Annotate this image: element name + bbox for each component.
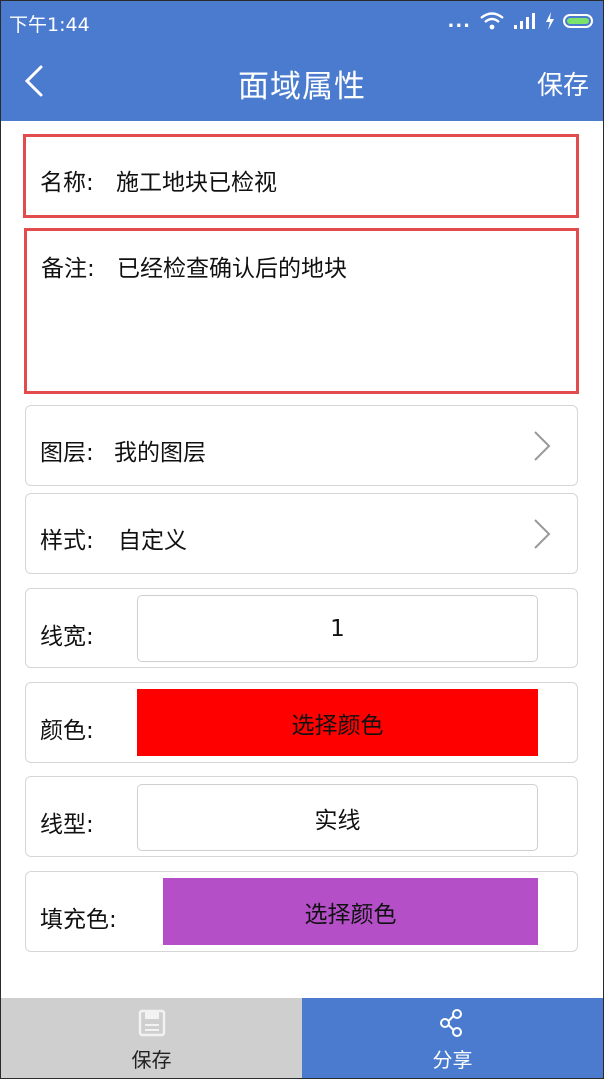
status-icons: ... — [447, 9, 593, 33]
layer-row[interactable]: 图层: 我的图层 — [25, 405, 578, 486]
charging-bolt-icon — [546, 12, 554, 30]
app-frame: 下午1:44 ... 面域属性 保存 名称: 施工地块已检视 备注: 已经检查确… — [0, 0, 604, 1079]
fill-color-row: 填充色: 选择颜色 — [25, 871, 578, 952]
line-width-row: 线宽: 1 — [25, 588, 578, 668]
select-color-button[interactable]: 选择颜色 — [137, 689, 538, 756]
style-value: 自定义 — [118, 528, 187, 554]
line-width-input[interactable]: 1 — [137, 595, 538, 662]
bottom-toolbar: 保存 分享 — [1, 998, 603, 1078]
page-title: 面域属性 — [238, 69, 366, 105]
style-row[interactable]: 样式: 自定义 — [25, 493, 578, 574]
wifi-icon — [480, 12, 504, 30]
note-label: 备注: — [41, 256, 95, 282]
name-field[interactable]: 名称: 施工地块已检视 — [23, 134, 579, 218]
select-fill-color-button[interactable]: 选择颜色 — [163, 878, 538, 945]
signal-icon — [514, 13, 535, 29]
line-width-label: 线宽: — [40, 624, 94, 650]
status-bar: 下午1:44 ... — [1, 1, 603, 41]
more-dots-icon: ... — [447, 10, 471, 32]
bottom-share-label: 分享 — [432, 1048, 473, 1072]
battery-icon — [563, 14, 593, 28]
color-row: 颜色: 选择颜色 — [25, 682, 578, 763]
chevron-right-icon — [534, 431, 551, 461]
line-type-label: 线型: — [40, 812, 94, 838]
color-label: 颜色: — [40, 718, 94, 744]
bottom-share-button[interactable]: 分享 — [302, 998, 603, 1078]
name-value[interactable]: 施工地块已检视 — [116, 163, 277, 197]
app-header: 面域属性 保存 — [1, 41, 603, 121]
style-label: 样式: — [40, 528, 94, 554]
bottom-save-label: 保存 — [131, 1048, 172, 1072]
layer-label: 图层: — [40, 440, 94, 466]
layer-value: 我的图层 — [114, 440, 206, 466]
note-field[interactable]: 备注: 已经检查确认后的地块 — [24, 228, 579, 394]
bottom-save-button[interactable]: 保存 — [1, 998, 302, 1078]
chevron-right-icon — [534, 519, 551, 549]
line-type-select[interactable]: 实线 — [137, 784, 538, 851]
fill-color-label: 填充色: — [40, 907, 117, 933]
header-save-button[interactable]: 保存 — [537, 65, 589, 102]
status-time: 下午1:44 — [9, 14, 90, 36]
line-type-row: 线型: 实线 — [25, 776, 578, 857]
share-icon — [439, 1009, 462, 1037]
save-disk-icon — [138, 1009, 165, 1037]
name-label: 名称: — [40, 170, 94, 196]
note-value[interactable]: 已经检查确认后的地块 — [117, 249, 347, 283]
